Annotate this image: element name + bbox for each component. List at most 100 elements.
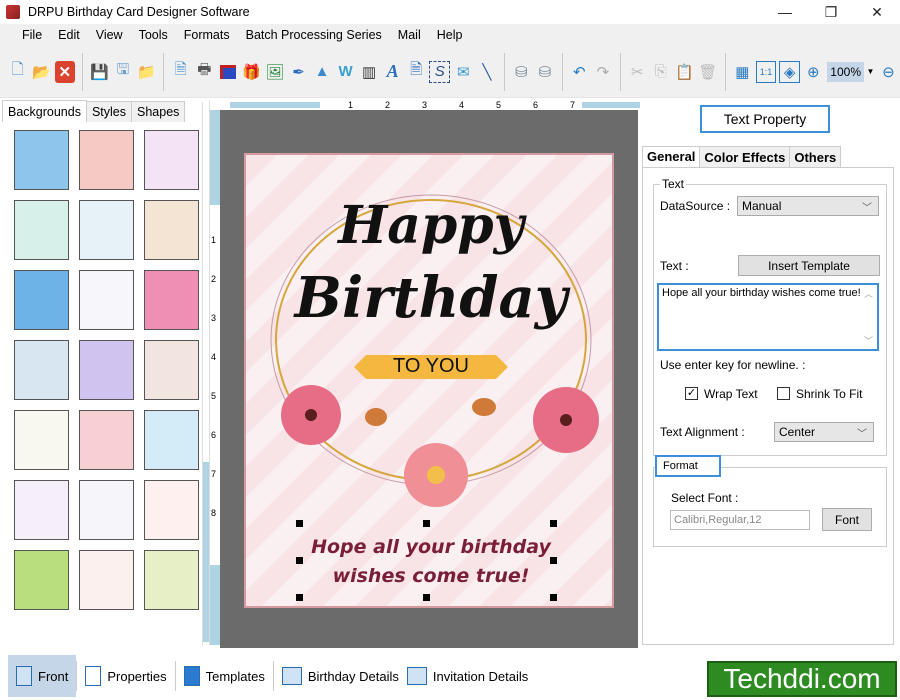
new-icon[interactable]: 🗋 (8, 61, 29, 83)
resize-handle[interactable] (550, 520, 557, 527)
undo-icon[interactable]: ↶ (569, 61, 590, 83)
background-thumbnail-outline-hearts[interactable] (14, 480, 69, 540)
tab-others[interactable]: Others (789, 146, 842, 168)
background-thumbnail-bird-balloons[interactable] (144, 200, 199, 260)
menu-tools[interactable]: Tools (131, 28, 176, 42)
close-button[interactable]: ✕ (854, 0, 900, 24)
mail-icon[interactable]: ✉ (453, 61, 474, 83)
background-thumbnail-butterflies[interactable] (144, 130, 199, 190)
text-input[interactable]: Hope all your birthday wishes come true!… (657, 283, 879, 351)
resize-handle[interactable] (296, 557, 303, 564)
text-icon[interactable]: A (382, 61, 403, 83)
properties-icon[interactable]: 🗎 (171, 61, 192, 83)
background-thumbnail-red-hearts[interactable] (144, 480, 199, 540)
tab-styles[interactable]: Styles (85, 101, 133, 122)
print-icon[interactable]: 🖶 (194, 61, 215, 83)
background-thumbnail-rainbow[interactable] (79, 340, 134, 400)
background-thumbnail-daisies[interactable] (14, 200, 69, 260)
background-thumbnail-stars[interactable] (14, 270, 69, 330)
save-icon[interactable]: 💾 (89, 61, 110, 83)
background-thumbnail-happy-birthday[interactable] (14, 410, 69, 470)
insert-template-button[interactable]: Insert Template (738, 255, 880, 276)
wrap-text-checkbox[interactable]: ✓ (685, 387, 698, 400)
barcode-icon[interactable]: ▥ (359, 61, 380, 83)
tab-shapes[interactable]: Shapes (131, 101, 186, 122)
fit-icon[interactable]: ◈ (779, 60, 800, 83)
text-box-icon[interactable]: 🗎 (406, 61, 427, 83)
shrink-to-fit-checkbox[interactable] (777, 387, 790, 400)
menu-mail[interactable]: Mail (390, 28, 429, 42)
background-thumbnail-pink-hearts[interactable] (79, 410, 134, 470)
tab-birthday-details[interactable]: Birthday Details (274, 655, 407, 697)
background-thumbnail-green-stripes[interactable] (14, 550, 69, 610)
zoom-out-icon[interactable]: ⊖ (878, 61, 899, 83)
cut-icon[interactable]: ✂ (627, 61, 648, 83)
resize-handle[interactable] (296, 594, 303, 601)
tab-invitation-details[interactable]: Invitation Details (406, 655, 536, 697)
pen-icon[interactable]: ✒ (288, 61, 309, 83)
shapes-icon[interactable]: ▲ (312, 61, 333, 83)
menu-edit[interactable]: Edit (50, 28, 88, 42)
save-as-icon[interactable]: 🖫 (113, 61, 134, 83)
background-thumbnail-bubbles[interactable] (14, 340, 69, 400)
delete-icon[interactable]: 🗑 (698, 61, 719, 83)
grid-icon[interactable]: ▦ (732, 61, 753, 83)
tab-templates[interactable]: Templates (176, 655, 273, 697)
signature-icon[interactable]: S (429, 60, 451, 83)
menu-formats[interactable]: Formats (176, 28, 238, 42)
scroll-up-icon[interactable]: ︿ (864, 287, 873, 300)
tab-front[interactable]: Front (8, 655, 77, 697)
menu-file[interactable]: File (14, 28, 50, 42)
tab-general[interactable]: General (642, 146, 701, 168)
maximize-button[interactable]: ❐ (808, 0, 854, 24)
tab-properties[interactable]: Properties (77, 655, 174, 697)
zoom-level[interactable]: 100% (827, 61, 865, 82)
zoom-dropdown-icon[interactable]: ▼ (866, 61, 875, 83)
background-thumbnail-kids-drawing[interactable] (79, 200, 134, 260)
open-icon[interactable]: 📂 (31, 61, 52, 83)
resize-handle[interactable] (423, 520, 430, 527)
resize-handle[interactable] (296, 520, 303, 527)
tab-color-effects[interactable]: Color Effects (699, 146, 791, 168)
menu-batch-processing[interactable]: Batch Processing Series (238, 28, 390, 42)
background-thumbnail-garden[interactable] (144, 550, 199, 610)
datasource-select[interactable]: Manual ﹀ (737, 196, 879, 216)
menu-view[interactable]: View (88, 28, 131, 42)
font-button[interactable]: Font (822, 508, 872, 531)
background-thumbnail-balloons[interactable] (79, 270, 134, 330)
scroll-down-icon[interactable]: ﹀ (864, 334, 873, 347)
scrollbar[interactable] (202, 102, 209, 645)
bud-left (365, 408, 387, 426)
line-icon[interactable]: ╲ (477, 61, 498, 83)
zoom-in-icon[interactable]: ⊕ (803, 61, 824, 83)
background-thumbnail-balloons-sky[interactable] (144, 410, 199, 470)
minimize-button[interactable]: — (762, 0, 808, 24)
actual-size-icon[interactable]: 1:1 (755, 60, 777, 83)
resize-handle[interactable] (423, 594, 430, 601)
close-icon[interactable]: ✕ (54, 60, 76, 83)
paste-icon[interactable]: 📋 (674, 61, 695, 83)
menu-help[interactable]: Help (429, 28, 471, 42)
background-thumbnail-balloon-bunches[interactable] (79, 480, 134, 540)
background-thumbnail-pink-floral[interactable] (79, 130, 134, 190)
font-field[interactable]: Calibri,Regular,12 (670, 510, 810, 530)
wordart-icon[interactable]: W (335, 61, 356, 83)
gift-icon[interactable]: 🎁 (241, 61, 262, 83)
copy-layers-icon[interactable] (218, 61, 239, 83)
open-folder-icon[interactable]: 📁 (136, 61, 157, 83)
birthday-card[interactable]: Happy Birthday TO YOU Hope all your birt… (244, 153, 614, 608)
database-2-icon[interactable]: ⛁ (535, 61, 556, 83)
tab-backgrounds[interactable]: Backgrounds (2, 100, 87, 122)
background-thumbnail-teddy[interactable] (144, 340, 199, 400)
copy-icon[interactable]: ⎘ (651, 61, 672, 83)
scrollbar-thumb[interactable] (203, 462, 209, 642)
resize-handle[interactable] (550, 557, 557, 564)
database-icon[interactable]: ⛁ (511, 61, 532, 83)
background-thumbnail-cakes[interactable] (79, 550, 134, 610)
insert-image-icon[interactable]: 🖼 (265, 61, 286, 83)
text-alignment-select[interactable]: Center ﹀ (774, 422, 874, 442)
background-thumbnail-pink-pattern[interactable] (144, 270, 199, 330)
redo-icon[interactable]: ↷ (593, 61, 614, 83)
resize-handle[interactable] (550, 594, 557, 601)
background-thumbnail-clouds[interactable] (14, 130, 69, 190)
